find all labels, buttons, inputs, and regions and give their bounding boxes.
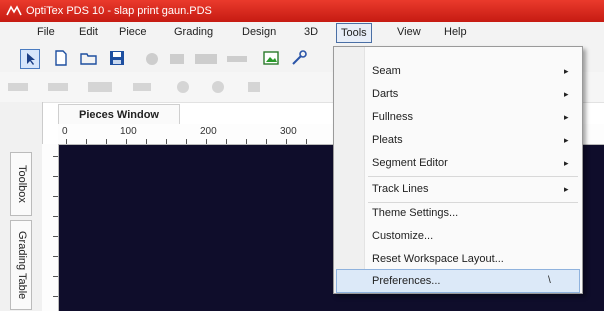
menu-item-reset-workspace-layout[interactable]: Reset Workspace Layout... bbox=[372, 253, 504, 265]
ruler-tick bbox=[126, 139, 127, 144]
tab-grading-table[interactable]: Grading Table bbox=[10, 220, 32, 310]
menu-separator bbox=[368, 202, 578, 203]
submenu-arrow-icon: ▸ bbox=[564, 158, 569, 168]
ruler-label: 300 bbox=[280, 126, 297, 137]
menu-file[interactable]: File bbox=[35, 26, 57, 38]
ruler-tick bbox=[106, 139, 107, 144]
ruler-tick bbox=[86, 139, 87, 144]
menu-item-seam[interactable]: Seam bbox=[372, 65, 401, 77]
tools-dropdown-menu: Seam ▸ Darts ▸ Fullness ▸ Pleats ▸ Segme… bbox=[333, 46, 583, 294]
submenu-arrow-icon: ▸ bbox=[564, 184, 569, 194]
window-title: OptiTex PDS 10 - slap print gaun.PDS bbox=[26, 5, 212, 17]
title-bar: OptiTex PDS 10 - slap print gaun.PDS bbox=[0, 0, 604, 22]
tool-icon[interactable] bbox=[290, 49, 308, 67]
select-arrow-icon[interactable] bbox=[20, 49, 40, 69]
left-sidebar: Toolbox Grading Table bbox=[0, 102, 43, 311]
menu-item-theme-settings[interactable]: Theme Settings... bbox=[372, 207, 458, 219]
menu-item-segment-editor[interactable]: Segment Editor bbox=[372, 157, 448, 169]
ruler-tick bbox=[186, 139, 187, 144]
ruler-tick bbox=[53, 156, 58, 157]
ruler-tick bbox=[53, 236, 58, 237]
ruler-label: 200 bbox=[200, 126, 217, 137]
menu-item-darts[interactable]: Darts bbox=[372, 88, 398, 100]
disabled-tools-group bbox=[145, 52, 255, 66]
menu-edit[interactable]: Edit bbox=[77, 26, 100, 38]
app-icon bbox=[6, 5, 22, 17]
menu-design[interactable]: Design bbox=[240, 26, 278, 38]
pieces-window-tab[interactable]: Pieces Window bbox=[58, 104, 180, 125]
ruler-tick bbox=[166, 139, 167, 144]
ruler-tick bbox=[206, 139, 207, 144]
ruler-label: 100 bbox=[120, 126, 137, 137]
ruler-tick bbox=[53, 196, 58, 197]
save-icon[interactable] bbox=[108, 49, 126, 67]
ruler-tick bbox=[266, 139, 267, 144]
ruler-tick bbox=[53, 276, 58, 277]
menu-tools[interactable]: Tools bbox=[336, 23, 372, 43]
submenu-arrow-icon: ▸ bbox=[564, 89, 569, 99]
menu-item-customize[interactable]: Customize... bbox=[372, 230, 433, 242]
ruler-tick bbox=[226, 139, 227, 144]
menu-item-track-lines[interactable]: Track Lines bbox=[372, 183, 428, 195]
menu-icon-gutter bbox=[334, 47, 365, 293]
vertical-ruler bbox=[42, 144, 59, 311]
menu-bar: File Edit Piece Grading Design 3D Tools … bbox=[0, 22, 604, 45]
open-folder-icon[interactable] bbox=[80, 49, 98, 67]
menu-piece[interactable]: Piece bbox=[117, 26, 149, 38]
ruler-tick bbox=[246, 139, 247, 144]
ruler-tick bbox=[53, 296, 58, 297]
new-file-icon[interactable] bbox=[52, 49, 70, 67]
menu-separator bbox=[368, 176, 578, 177]
menu-3d[interactable]: 3D bbox=[302, 26, 320, 38]
submenu-arrow-icon: ▸ bbox=[564, 112, 569, 122]
menu-help[interactable]: Help bbox=[442, 26, 469, 38]
menu-grading[interactable]: Grading bbox=[172, 26, 215, 38]
ruler-tick bbox=[53, 256, 58, 257]
menu-item-pleats[interactable]: Pleats bbox=[372, 134, 403, 146]
image-icon[interactable] bbox=[262, 49, 280, 67]
tab-toolbox[interactable]: Toolbox bbox=[10, 152, 32, 216]
ruler-tick bbox=[53, 176, 58, 177]
ruler-tick bbox=[146, 139, 147, 144]
ruler-tick bbox=[66, 139, 67, 144]
submenu-arrow-icon: ▸ bbox=[564, 66, 569, 76]
mouse-cursor-icon: \ bbox=[548, 275, 551, 286]
menu-item-preferences[interactable]: Preferences... bbox=[372, 275, 440, 287]
ruler-tick bbox=[306, 139, 307, 144]
ruler-tick bbox=[286, 139, 287, 144]
ruler-tick bbox=[53, 216, 58, 217]
ruler-label: 0 bbox=[62, 126, 68, 137]
submenu-arrow-icon: ▸ bbox=[564, 135, 569, 145]
menu-view[interactable]: View bbox=[395, 26, 423, 38]
disabled-toolbar-icons bbox=[8, 80, 308, 94]
menu-item-fullness[interactable]: Fullness bbox=[372, 111, 413, 123]
